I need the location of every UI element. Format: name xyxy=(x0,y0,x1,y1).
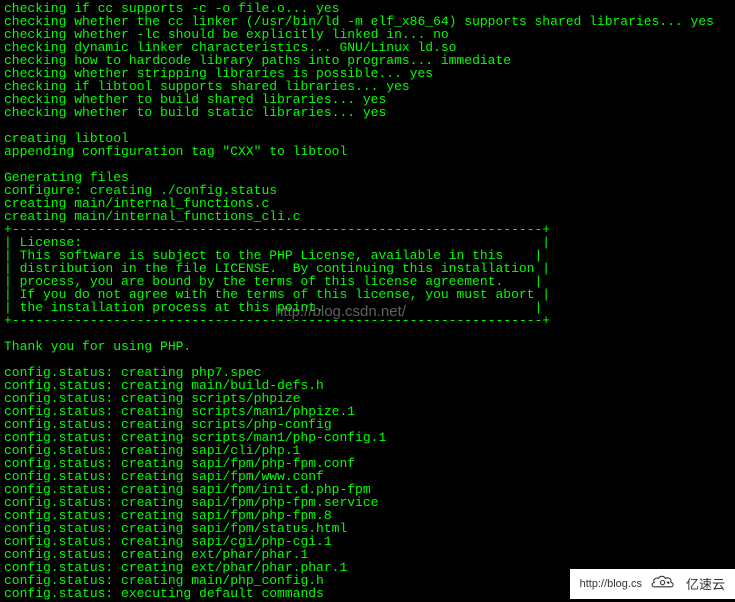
terminal-line: +---------------------------------------… xyxy=(4,314,731,327)
terminal-line: appending configuration tag "CXX" to lib… xyxy=(4,145,731,158)
watermark-corner-url: http://blog.cs xyxy=(580,578,642,591)
watermark-brand-text: 亿速云 xyxy=(686,578,725,591)
terminal-output: checking if cc supports -c -o file.o... … xyxy=(0,0,735,602)
terminal-line: checking whether to build static librari… xyxy=(4,106,731,119)
terminal-line: Thank you for using PHP. xyxy=(4,340,731,353)
cloud-logo-icon xyxy=(650,575,678,593)
watermark-corner: http://blog.cs 亿速云 xyxy=(570,569,735,599)
